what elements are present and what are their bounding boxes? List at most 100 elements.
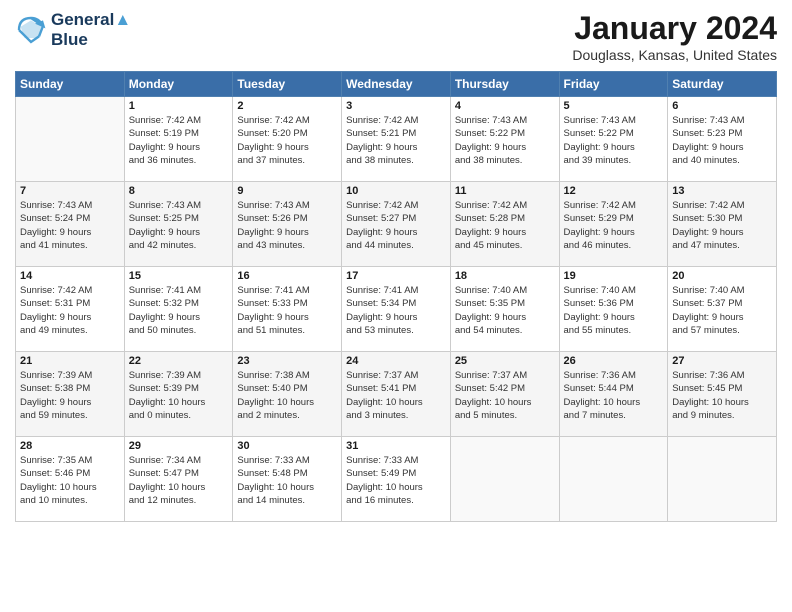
calendar-day-cell: 5Sunrise: 7:43 AM Sunset: 5:22 PM Daylig… [559, 97, 668, 182]
day-info: Sunrise: 7:43 AM Sunset: 5:22 PM Dayligh… [564, 114, 664, 167]
day-number: 10 [346, 185, 446, 197]
weekday-header-cell: Wednesday [342, 72, 451, 97]
day-number: 24 [346, 355, 446, 367]
day-info: Sunrise: 7:43 AM Sunset: 5:24 PM Dayligh… [20, 199, 120, 252]
day-number: 30 [237, 440, 337, 452]
day-info: Sunrise: 7:42 AM Sunset: 5:21 PM Dayligh… [346, 114, 446, 167]
calendar-day-cell: 27 Sunrise: 7:36 AM Sunset: 5:45 PM Dayli… [668, 352, 777, 437]
calendar-day-cell: 3 Sunrise: 7:42 AM Sunset: 5:21 PM Daylig… [342, 97, 451, 182]
calendar-week-row: 21Sunrise: 7:39 AM Sunset: 5:38 PM Dayli… [16, 352, 777, 437]
day-number: 14 [20, 270, 120, 282]
day-number: 17 [346, 270, 446, 282]
day-info: Sunrise: 7:33 AM Sunset: 5:49 PM Dayligh… [346, 454, 446, 507]
day-info: Sunrise: 7:42 AM Sunset: 5:31 PM Dayligh… [20, 284, 120, 337]
calendar-day-cell: 20 Sunrise: 7:40 AM Sunset: 5:37 PM Dayli… [668, 267, 777, 352]
day-info: Sunrise: 7:34 AM Sunset: 5:47 PM Dayligh… [129, 454, 229, 507]
day-info: Sunrise: 7:41 AM Sunset: 5:34 PM Dayligh… [346, 284, 446, 337]
day-info: Sunrise: 7:42 AM Sunset: 5:19 PM Dayligh… [129, 114, 229, 167]
weekday-header-row: SundayMondayTuesdayWednesdayThursdayFrid… [16, 72, 777, 97]
day-number: 19 [564, 270, 664, 282]
calendar-day-cell: 26Sunrise: 7:36 AM Sunset: 5:44 PM Dayli… [559, 352, 668, 437]
calendar-week-row: 1 Sunrise: 7:42 AM Sunset: 5:19 PM Daylig… [16, 97, 777, 182]
day-info: Sunrise: 7:42 AM Sunset: 5:30 PM Dayligh… [672, 199, 772, 252]
calendar-day-cell: 23Sunrise: 7:38 AM Sunset: 5:40 PM Dayli… [233, 352, 342, 437]
day-info: Sunrise: 7:42 AM Sunset: 5:20 PM Dayligh… [237, 114, 337, 167]
calendar-day-cell: 13 Sunrise: 7:42 AM Sunset: 5:30 PM Dayli… [668, 182, 777, 267]
day-info: Sunrise: 7:42 AM Sunset: 5:29 PM Dayligh… [564, 199, 664, 252]
calendar-day-cell: 6 Sunrise: 7:43 AM Sunset: 5:23 PM Daylig… [668, 97, 777, 182]
page-header: General▲ Blue January 2024 Douglass, Kan… [15, 10, 777, 63]
day-number: 15 [129, 270, 229, 282]
day-info: Sunrise: 7:43 AM Sunset: 5:25 PM Dayligh… [129, 199, 229, 252]
calendar-day-cell [668, 437, 777, 522]
calendar-day-cell: 4Sunrise: 7:43 AM Sunset: 5:22 PM Daylig… [450, 97, 559, 182]
day-info: Sunrise: 7:43 AM Sunset: 5:26 PM Dayligh… [237, 199, 337, 252]
logo-text: General▲ Blue [51, 10, 131, 50]
calendar-day-cell: 22Sunrise: 7:39 AM Sunset: 5:39 PM Dayli… [124, 352, 233, 437]
day-info: Sunrise: 7:41 AM Sunset: 5:33 PM Dayligh… [237, 284, 337, 337]
logo: General▲ Blue [15, 10, 131, 50]
day-number: 12 [564, 185, 664, 197]
calendar-day-cell: 30Sunrise: 7:33 AM Sunset: 5:48 PM Dayli… [233, 437, 342, 522]
day-number: 1 [129, 100, 229, 112]
weekday-header-cell: Sunday [16, 72, 125, 97]
day-number: 25 [455, 355, 555, 367]
calendar-day-cell: 19 Sunrise: 7:40 AM Sunset: 5:36 PM Dayli… [559, 267, 668, 352]
day-info: Sunrise: 7:37 AM Sunset: 5:42 PM Dayligh… [455, 369, 555, 422]
day-info: Sunrise: 7:36 AM Sunset: 5:45 PM Dayligh… [672, 369, 772, 422]
day-number: 11 [455, 185, 555, 197]
weekday-header-cell: Tuesday [233, 72, 342, 97]
calendar-day-cell: 2Sunrise: 7:42 AM Sunset: 5:20 PM Daylig… [233, 97, 342, 182]
calendar-day-cell: 18Sunrise: 7:40 AM Sunset: 5:35 PM Dayli… [450, 267, 559, 352]
day-info: Sunrise: 7:40 AM Sunset: 5:37 PM Dayligh… [672, 284, 772, 337]
calendar-day-cell: 1 Sunrise: 7:42 AM Sunset: 5:19 PM Daylig… [124, 97, 233, 182]
calendar-body: 1 Sunrise: 7:42 AM Sunset: 5:19 PM Daylig… [16, 97, 777, 522]
day-number: 4 [455, 100, 555, 112]
calendar-day-cell: 8 Sunrise: 7:43 AM Sunset: 5:25 PM Daylig… [124, 182, 233, 267]
day-info: Sunrise: 7:42 AM Sunset: 5:27 PM Dayligh… [346, 199, 446, 252]
calendar-day-cell: 9Sunrise: 7:43 AM Sunset: 5:26 PM Daylig… [233, 182, 342, 267]
day-number: 20 [672, 270, 772, 282]
calendar-day-cell: 7 Sunrise: 7:43 AM Sunset: 5:24 PM Daylig… [16, 182, 125, 267]
calendar-week-row: 28Sunrise: 7:35 AM Sunset: 5:46 PM Dayli… [16, 437, 777, 522]
day-number: 3 [346, 100, 446, 112]
calendar-day-cell: 21Sunrise: 7:39 AM Sunset: 5:38 PM Dayli… [16, 352, 125, 437]
day-info: Sunrise: 7:41 AM Sunset: 5:32 PM Dayligh… [129, 284, 229, 337]
calendar-day-cell: 11 Sunrise: 7:42 AM Sunset: 5:28 PM Dayli… [450, 182, 559, 267]
day-info: Sunrise: 7:40 AM Sunset: 5:36 PM Dayligh… [564, 284, 664, 337]
day-number: 27 [672, 355, 772, 367]
calendar-day-cell: 25 Sunrise: 7:37 AM Sunset: 5:42 PM Dayli… [450, 352, 559, 437]
calendar-week-row: 14 Sunrise: 7:42 AM Sunset: 5:31 PM Dayli… [16, 267, 777, 352]
day-number: 23 [237, 355, 337, 367]
calendar-day-cell: 15 Sunrise: 7:41 AM Sunset: 5:32 PM Dayli… [124, 267, 233, 352]
calendar-day-cell: 10 Sunrise: 7:42 AM Sunset: 5:27 PM Dayli… [342, 182, 451, 267]
day-number: 6 [672, 100, 772, 112]
day-info: Sunrise: 7:37 AM Sunset: 5:41 PM Dayligh… [346, 369, 446, 422]
day-info: Sunrise: 7:43 AM Sunset: 5:23 PM Dayligh… [672, 114, 772, 167]
day-info: Sunrise: 7:42 AM Sunset: 5:28 PM Dayligh… [455, 199, 555, 252]
calendar-week-row: 7 Sunrise: 7:43 AM Sunset: 5:24 PM Daylig… [16, 182, 777, 267]
calendar-day-cell: 29 Sunrise: 7:34 AM Sunset: 5:47 PM Dayli… [124, 437, 233, 522]
day-number: 22 [129, 355, 229, 367]
day-number: 16 [237, 270, 337, 282]
day-number: 7 [20, 185, 120, 197]
logo-icon [15, 14, 47, 46]
calendar-table: SundayMondayTuesdayWednesdayThursdayFrid… [15, 71, 777, 522]
weekday-header-cell: Friday [559, 72, 668, 97]
calendar-day-cell: 28Sunrise: 7:35 AM Sunset: 5:46 PM Dayli… [16, 437, 125, 522]
day-number: 21 [20, 355, 120, 367]
weekday-header-cell: Thursday [450, 72, 559, 97]
calendar-day-cell [450, 437, 559, 522]
calendar-day-cell: 31Sunrise: 7:33 AM Sunset: 5:49 PM Dayli… [342, 437, 451, 522]
calendar-day-cell: 16 Sunrise: 7:41 AM Sunset: 5:33 PM Dayli… [233, 267, 342, 352]
calendar-day-cell: 24 Sunrise: 7:37 AM Sunset: 5:41 PM Dayli… [342, 352, 451, 437]
day-number: 13 [672, 185, 772, 197]
calendar-day-cell: 17 Sunrise: 7:41 AM Sunset: 5:34 PM Dayli… [342, 267, 451, 352]
day-number: 29 [129, 440, 229, 452]
calendar-day-cell: 14 Sunrise: 7:42 AM Sunset: 5:31 PM Dayli… [16, 267, 125, 352]
day-info: Sunrise: 7:36 AM Sunset: 5:44 PM Dayligh… [564, 369, 664, 422]
location: Douglass, Kansas, United States [572, 47, 777, 63]
day-number: 8 [129, 185, 229, 197]
title-block: January 2024 Douglass, Kansas, United St… [572, 10, 777, 63]
weekday-header-cell: Monday [124, 72, 233, 97]
